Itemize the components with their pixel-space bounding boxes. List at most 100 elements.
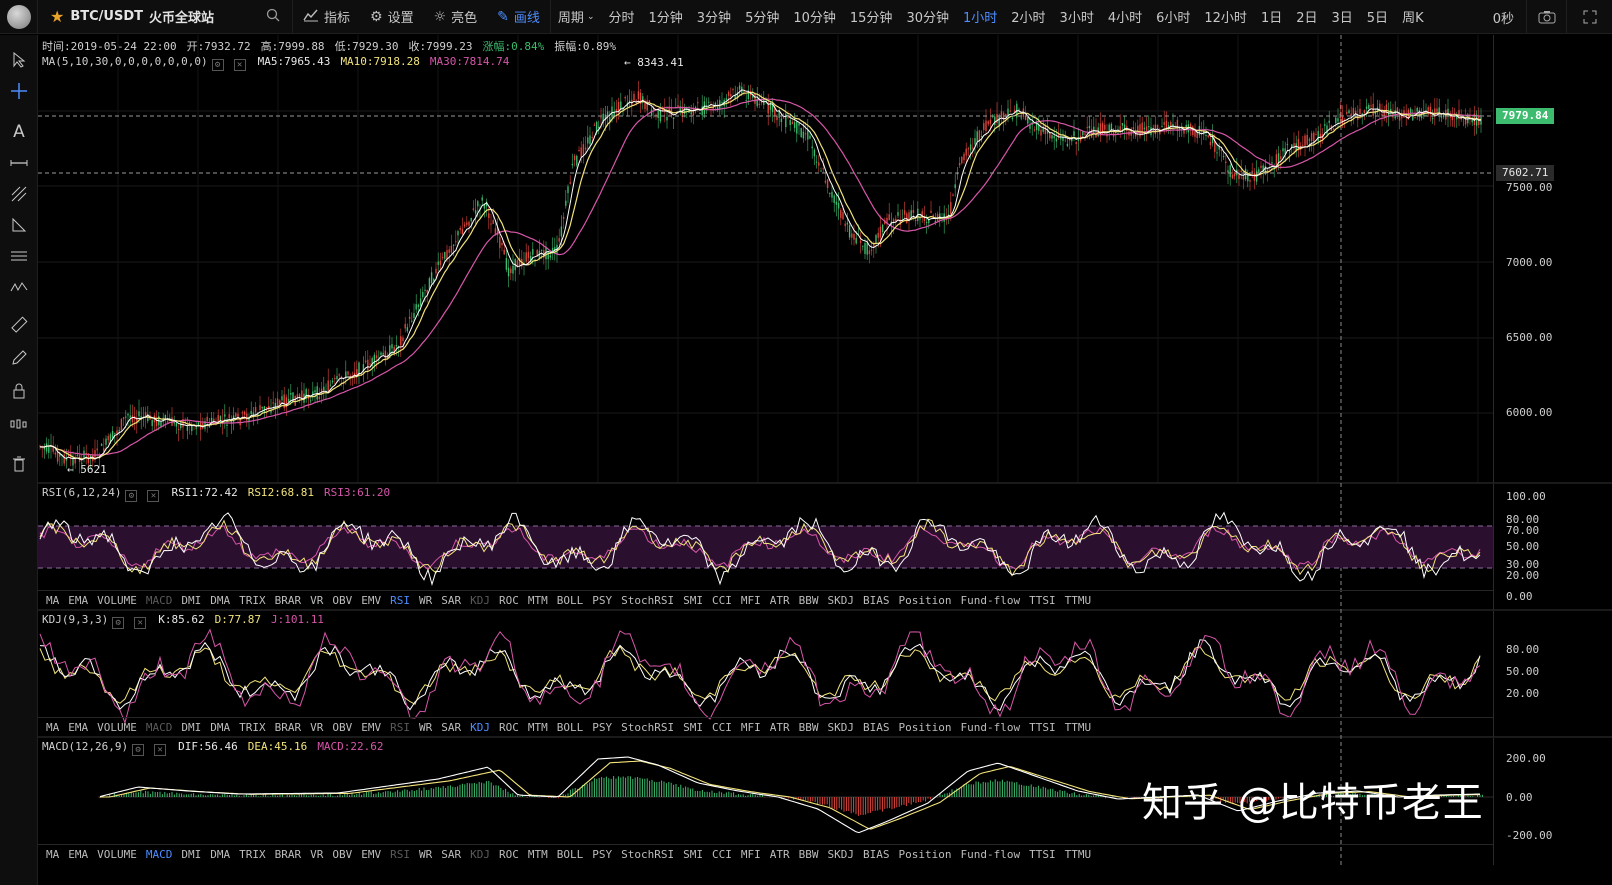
close-icon[interactable]: ✕ [147,490,160,502]
indicator-tab[interactable]: VR [310,721,323,734]
period-option[interactable]: 1分钟 [642,0,690,34]
settings-icon[interactable]: ⚙ [132,744,145,756]
text-tool-icon[interactable]: A [0,119,38,145]
indicator-tab[interactable]: MTM [528,594,548,607]
indicator-tab[interactable]: MTM [528,721,548,734]
candlestick-visibility-icon[interactable] [0,411,38,437]
indicator-tab[interactable]: VOLUME [97,594,137,607]
indicator-tab[interactable]: BOLL [557,848,584,861]
chart-area[interactable]: 时间:2019-05-24 22:00 开:7932.72 高:7999.88 低:7… [38,35,1612,885]
period-option[interactable]: 5分钟 [738,0,786,34]
indicator-tab[interactable]: SMI [683,721,703,734]
indicator-tab[interactable]: EMA [68,721,88,734]
indicator-tab[interactable]: WR [419,848,432,861]
indicator-tab[interactable]: VR [310,848,323,861]
indicator-tab[interactable]: SMI [683,848,703,861]
indicator-tab[interactable]: DMA [210,848,230,861]
indicator-button[interactable]: 指标 [293,0,360,34]
ruler-icon[interactable] [0,312,38,338]
indicator-tab[interactable]: Position [898,848,951,861]
indicator-tab[interactable]: KDJ [470,721,490,734]
lock-icon[interactable] [0,378,38,404]
fullscreen-icon[interactable] [1566,0,1612,34]
period-option[interactable]: 2小时 [1004,0,1052,34]
indicator-tab[interactable]: BRAR [275,721,302,734]
indicator-tab[interactable]: TTSI [1029,721,1056,734]
indicator-tab[interactable]: CCI [712,594,732,607]
indicator-tab[interactable]: SMI [683,594,703,607]
indicator-tab[interactable]: DMA [210,721,230,734]
period-dropdown[interactable]: 周期 ⌄ [551,0,602,34]
indicator-tab[interactable]: PSY [592,721,612,734]
indicator-tab[interactable]: TTSI [1029,594,1056,607]
camera-icon[interactable] [1526,0,1566,34]
indicator-tab[interactable]: SKDJ [827,594,854,607]
indicator-tab[interactable]: Fund-flow [960,848,1020,861]
indicator-tab[interactable]: BIAS [863,721,890,734]
indicator-tab[interactable]: WR [419,594,432,607]
close-icon[interactable]: ✕ [134,617,147,629]
period-option[interactable]: 12小时 [1197,0,1254,34]
indicator-tab[interactable]: ROC [499,721,519,734]
period-option[interactable]: 周K [1395,0,1431,34]
indicator-tab[interactable]: BIAS [863,594,890,607]
wave-tool-icon[interactable] [0,274,38,300]
fibonacci-tool-icon[interactable] [0,181,38,207]
indicator-tab[interactable]: MFI [741,721,761,734]
indicator-tab[interactable]: SAR [441,721,461,734]
indicator-tab[interactable]: BRAR [275,848,302,861]
period-option[interactable]: 3小时 [1053,0,1101,34]
indicator-tab[interactable]: StochRSI [621,848,674,861]
parallel-lines-tool-icon[interactable] [0,243,38,269]
period-option[interactable]: 3分钟 [690,0,738,34]
indicator-tab[interactable]: RSI [390,594,410,607]
draw-line-button[interactable]: ✎ 画线 [487,0,550,34]
indicator-tab[interactable]: PSY [592,594,612,607]
indicator-tab[interactable]: WR [419,721,432,734]
rsi-axis[interactable]: 100.00 80.00 70.00 50.00 30.00 20.00 0.0… [1493,484,1612,610]
brightness-button[interactable]: ☼ 亮色 [424,0,488,34]
symbol-selector[interactable]: ★ BTC/USDT 火币全球站 [38,0,293,34]
indicator-tab[interactable]: BOLL [557,594,584,607]
settings-button[interactable]: ⚙ 设置 [360,0,424,34]
period-option[interactable]: 1日 [1254,0,1289,34]
indicator-tab[interactable]: EMA [68,594,88,607]
period-option[interactable]: 30分钟 [899,0,956,34]
indicator-tab[interactable]: MA [46,594,59,607]
indicator-tab[interactable]: BBW [799,594,819,607]
indicator-tab[interactable]: OBV [332,594,352,607]
search-icon[interactable] [266,8,280,26]
indicator-tab[interactable]: MFI [741,594,761,607]
period-option[interactable]: 10分钟 [786,0,843,34]
close-icon[interactable]: ✕ [154,744,167,756]
settings-icon[interactable]: ⚙ [211,59,224,71]
indicator-tab[interactable]: KDJ [470,594,490,607]
indicator-tab[interactable]: BBW [799,721,819,734]
indicator-tab[interactable]: StochRSI [621,721,674,734]
indicator-tab[interactable]: RSI [390,848,410,861]
indicator-tab[interactable]: MA [46,721,59,734]
period-option[interactable]: 2日 [1289,0,1324,34]
indicator-tab[interactable]: MACD [146,848,173,861]
indicator-tab[interactable]: Fund-flow [960,594,1020,607]
cursor-arrow-icon[interactable] [0,47,38,73]
indicator-tab[interactable]: TRIX [239,848,266,861]
indicator-tab[interactable]: Fund-flow [960,721,1020,734]
indicator-tab[interactable]: ATR [770,848,790,861]
indicator-tab[interactable]: TRIX [239,594,266,607]
indicator-tab[interactable]: MFI [741,848,761,861]
kdj-axis[interactable]: 80.00 50.00 20.00 [1493,611,1612,737]
indicator-tab[interactable]: EMV [361,594,381,607]
indicator-tab[interactable]: CCI [712,721,732,734]
indicator-tab[interactable]: ROC [499,848,519,861]
indicator-tab[interactable]: SKDJ [827,848,854,861]
period-option[interactable]: 6小时 [1149,0,1197,34]
period-option[interactable]: 15分钟 [843,0,900,34]
indicator-tab[interactable]: TTSI [1029,848,1056,861]
indicator-tab[interactable]: VR [310,594,323,607]
indicator-tab[interactable]: MACD [146,594,173,607]
close-icon[interactable]: ✕ [233,59,246,71]
pencil-icon[interactable] [0,345,38,371]
crosshair-icon[interactable] [0,78,38,104]
period-option[interactable]: 4小时 [1101,0,1149,34]
